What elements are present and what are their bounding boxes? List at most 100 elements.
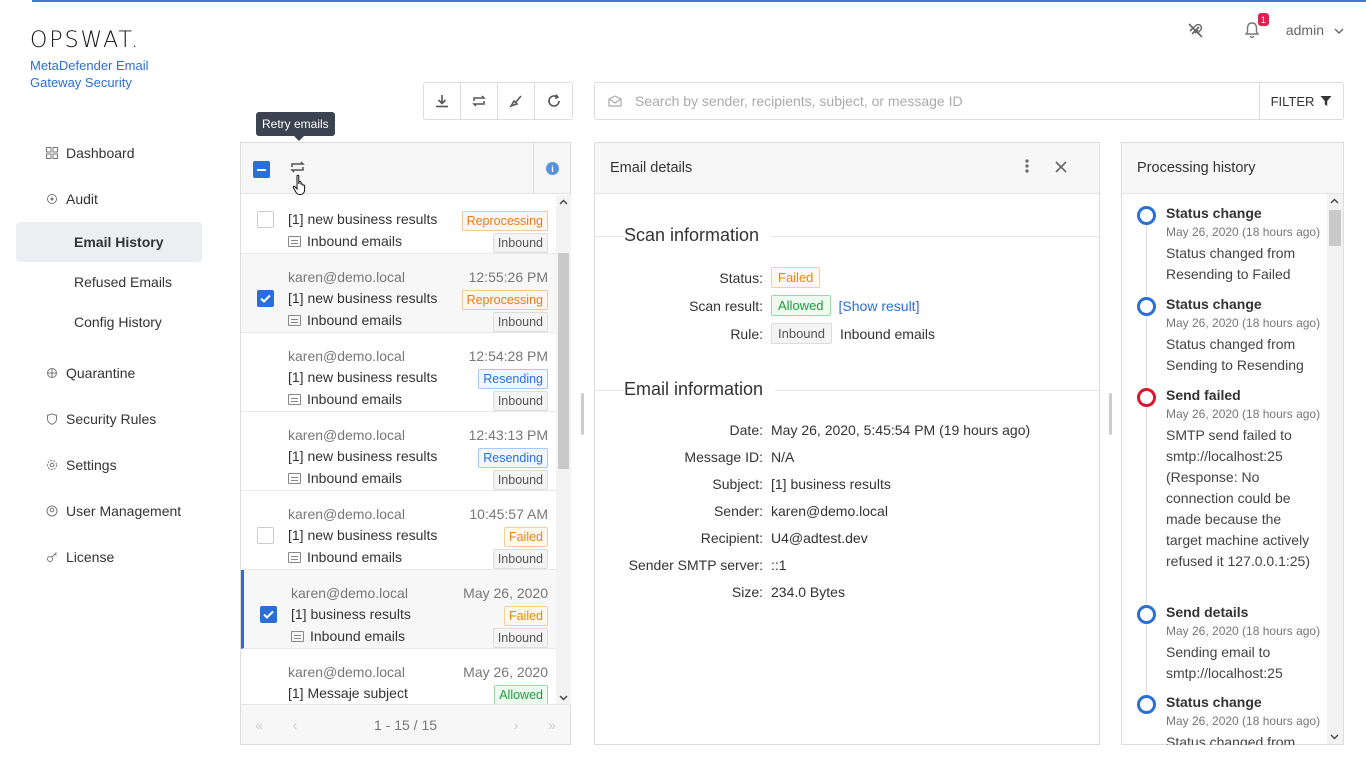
more-options-icon[interactable] <box>1025 159 1029 177</box>
rule-row: Rule: Inbound Inbound emails <box>595 323 935 344</box>
row-direction-badge: Inbound <box>492 628 548 648</box>
email-field-row: Subject: [1] business results <box>595 476 891 492</box>
page-range: 1 - 15 / 15 <box>373 716 438 733</box>
last-page-button[interactable]: » <box>534 717 570 733</box>
email-field-row: Sender SMTP server:::1 <box>595 557 787 573</box>
event-title: Status change <box>1166 296 1262 312</box>
user-icon <box>46 505 58 517</box>
document-icon <box>288 393 301 405</box>
timeline-connector <box>1146 316 1147 387</box>
prev-page-button[interactable]: ‹ <box>277 717 313 733</box>
event-description: Sending email to smtp://localhost:25 <box>1166 644 1283 681</box>
resize-handle-left[interactable] <box>581 393 584 435</box>
retry-button[interactable] <box>461 83 498 119</box>
field-value: [1] business results <box>771 476 891 492</box>
field-label: Subject: <box>712 476 763 492</box>
user-menu[interactable]: admin <box>1286 22 1324 38</box>
list-item[interactable]: karen@demo.local May 26, 2020 [1] business… <box>241 570 556 649</box>
nav-email-history[interactable]: Email History <box>16 222 202 262</box>
email-info-title: Email information <box>624 379 776 400</box>
list-scrollbar[interactable] <box>556 195 571 705</box>
history-scrollbar[interactable] <box>1327 194 1343 744</box>
download-button[interactable] <box>424 83 461 119</box>
field-label: Recipient: <box>700 530 763 546</box>
row-status-badge: Reprocessing <box>461 211 548 231</box>
status-badge: Failed <box>771 267 821 288</box>
nav-license[interactable]: License <box>16 534 216 580</box>
row-checkbox[interactable] <box>257 211 274 228</box>
row-sender: karen@demo.local <box>288 427 405 443</box>
email-field-row: Recipient: U4@adtest.dev <box>595 530 868 546</box>
email-list-panel: i [1] new business results Inbound emails… <box>240 142 571 745</box>
rule-name: Inbound emails <box>840 325 935 342</box>
event-date: May 26, 2020 (18 hours ago) <box>1166 316 1321 330</box>
field-value: 234.0 Bytes <box>771 584 845 600</box>
filter-button[interactable]: FILTER <box>1259 83 1343 119</box>
sidebar-nav: Dashboard Audit Email History Refused Em… <box>16 130 216 580</box>
timeline-connector <box>1146 225 1147 296</box>
field-label: Sender SMTP server: <box>628 557 763 573</box>
timeline-connector <box>1146 407 1147 604</box>
nav-settings-label: Settings <box>66 457 117 473</box>
email-field-row: Sender: karen@demo.local <box>595 503 888 519</box>
row-direction-badge: Inbound <box>492 233 548 253</box>
email-field-row: Message ID: N/A <box>595 449 794 465</box>
nav-user-management-label: User Management <box>66 503 182 519</box>
resize-handle-right[interactable] <box>1109 393 1112 435</box>
row-time: 10:45:57 AM <box>469 506 548 522</box>
list-item[interactable]: karen@demo.local 12:54:28 PM [1] new busin… <box>241 333 556 412</box>
search-input[interactable] <box>635 93 1259 109</box>
nav-audit[interactable]: Audit <box>16 176 216 222</box>
key-icon <box>46 551 58 563</box>
bell-icon[interactable]: 1 <box>1242 13 1269 40</box>
refresh-button[interactable] <box>535 83 572 119</box>
list-item[interactable]: [1] new business results Inbound emails Re… <box>241 195 556 254</box>
row-subject: [1] business results <box>291 606 411 622</box>
row-sender: karen@demo.local <box>288 269 405 285</box>
release-button[interactable] <box>498 83 535 119</box>
field-value: May 26, 2020, 5:45:54 PM (19 hours ago) <box>771 422 1031 438</box>
nav-config-history[interactable]: Config History <box>16 302 216 342</box>
nav-refused-emails[interactable]: Refused Emails <box>16 262 216 302</box>
email-details-panel: Email details Scan information Status: F… <box>594 142 1100 745</box>
field-label: Date: <box>729 422 763 438</box>
envelope-icon <box>595 95 635 107</box>
filter-icon <box>1320 96 1332 106</box>
nav-user-management[interactable]: User Management <box>16 488 216 534</box>
event-date: May 26, 2020 (18 hours ago) <box>1166 225 1321 239</box>
nav-quarantine[interactable]: Quarantine <box>16 350 216 396</box>
list-item[interactable]: karen@demo.local 12:55:26 PM [1] new busin… <box>241 254 556 333</box>
event-title: Status change <box>1166 205 1262 221</box>
logo-text: OPSWAT. <box>30 28 141 53</box>
close-icon[interactable] <box>1055 158 1067 178</box>
first-page-button[interactable]: « <box>241 717 277 733</box>
nav-dashboard[interactable]: Dashboard <box>16 130 216 176</box>
row-direction-badge: Inbound <box>492 549 548 569</box>
row-checkbox[interactable] <box>257 527 274 544</box>
header-actions: 1 admin <box>1186 13 1344 40</box>
retry-icon <box>472 95 486 107</box>
chevron-down-icon[interactable] <box>1334 21 1344 39</box>
row-time: 12:43:13 PM <box>468 427 548 443</box>
list-item[interactable]: karen@demo.local 12:43:13 PM [1] new busin… <box>241 412 556 491</box>
event-date: May 26, 2020 (18 hours ago) <box>1166 624 1321 638</box>
disconnect-icon[interactable] <box>1186 20 1206 40</box>
row-subject: [1] new business results <box>288 211 438 227</box>
nav-security-rules[interactable]: Security Rules <box>16 396 216 442</box>
list-item[interactable]: karen@demo.local 10:45:57 AM [1] new busin… <box>241 491 556 570</box>
next-page-button[interactable]: › <box>498 717 534 733</box>
status-row: Status: Failed <box>595 267 821 288</box>
list-item[interactable]: karen@demo.local May 26, 2020 [1] Messaje … <box>241 649 556 705</box>
row-time: May 26, 2020 <box>463 664 548 680</box>
row-checkbox[interactable] <box>257 290 274 307</box>
row-subject: [1] new business results <box>288 448 438 464</box>
row-status-badge: Failed <box>503 606 548 626</box>
show-result-link[interactable]: [Show result] <box>839 298 920 314</box>
document-icon <box>288 235 301 247</box>
row-checkbox[interactable] <box>260 606 277 623</box>
event-description: SMTP send failed to smtp://localhost:25 … <box>1166 427 1310 569</box>
select-all-checkbox[interactable] <box>253 161 270 178</box>
logo[interactable]: OPSWAT. MetaDefender Email Gateway Secur… <box>30 28 170 91</box>
nav-settings[interactable]: Settings <box>16 442 216 488</box>
info-icon[interactable]: i <box>533 143 571 194</box>
